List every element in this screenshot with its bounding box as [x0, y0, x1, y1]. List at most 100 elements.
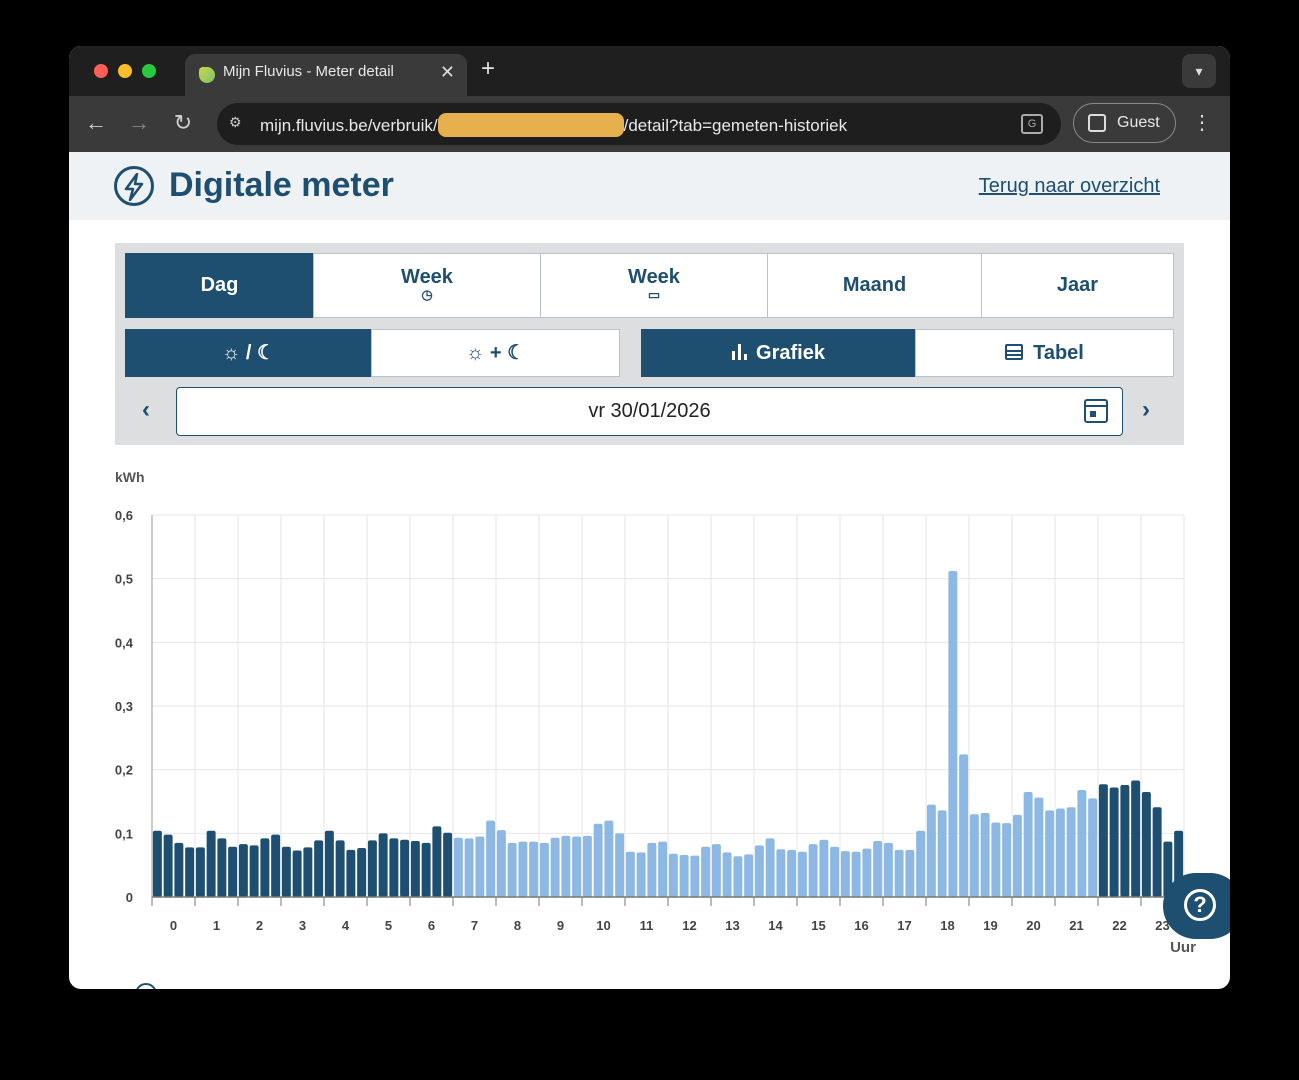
reload-icon[interactable]: ↻ — [168, 108, 198, 138]
bar[interactable] — [819, 839, 829, 897]
bar[interactable] — [873, 840, 883, 897]
bar[interactable] — [1088, 798, 1098, 897]
bar[interactable] — [496, 830, 506, 897]
bar[interactable] — [808, 844, 818, 897]
back-to-overview-link[interactable]: Terug naar overzicht — [979, 174, 1160, 198]
browser-tab[interactable]: Mijn Fluvius - Meter detail ✕ — [185, 54, 467, 96]
bar[interactable] — [582, 835, 592, 897]
next-date-chevron-icon[interactable]: › — [1142, 395, 1150, 425]
tab-week-calendar[interactable]: Week ▭ — [540, 253, 768, 318]
bar[interactable] — [830, 846, 840, 897]
bar[interactable] — [744, 854, 754, 897]
bar[interactable] — [464, 838, 474, 897]
bar[interactable] — [228, 846, 238, 897]
bar[interactable] — [604, 820, 614, 897]
bar[interactable] — [529, 841, 539, 897]
bar[interactable] — [926, 804, 936, 897]
tab-dag[interactable]: Dag — [125, 253, 314, 318]
browser-menu-icon[interactable]: ⋮ — [1192, 110, 1212, 136]
bar[interactable] — [593, 823, 603, 897]
bar[interactable] — [894, 849, 904, 897]
bar[interactable] — [690, 855, 700, 897]
bar[interactable] — [453, 837, 463, 897]
bar[interactable] — [1141, 791, 1151, 897]
tariff-split-toggle[interactable]: ☼ / ☾ — [125, 329, 372, 377]
bar[interactable] — [475, 836, 485, 897]
bar[interactable] — [1034, 797, 1044, 897]
bar[interactable] — [1109, 787, 1119, 897]
guest-profile-button[interactable]: Guest — [1073, 103, 1176, 143]
bar[interactable] — [1055, 808, 1065, 897]
bar[interactable] — [410, 840, 420, 897]
bar[interactable] — [163, 834, 173, 897]
bar[interactable] — [432, 826, 442, 897]
bar[interactable] — [1066, 807, 1076, 897]
maximize-window-button[interactable] — [142, 64, 156, 78]
bar[interactable] — [539, 842, 549, 897]
bar[interactable] — [905, 849, 915, 897]
bar[interactable] — [260, 838, 270, 897]
bar[interactable] — [1120, 784, 1130, 897]
forward-arrow-icon[interactable]: → — [124, 108, 154, 138]
tab-search-chevron-icon[interactable]: ▾ — [1182, 54, 1216, 88]
bar[interactable] — [152, 830, 162, 897]
bar[interactable] — [701, 846, 711, 897]
bar[interactable] — [765, 838, 775, 897]
bar[interactable] — [883, 842, 893, 897]
bar[interactable] — [862, 848, 872, 897]
bar[interactable] — [797, 851, 807, 897]
previous-date-chevron-icon[interactable]: ‹ — [142, 395, 150, 425]
address-bar[interactable]: ⚙ mijn.fluvius.be/verbruik//detail?tab=g… — [217, 103, 1061, 145]
bar[interactable] — [776, 849, 786, 897]
tab-maand[interactable]: Maand — [767, 253, 982, 318]
bar[interactable] — [217, 838, 227, 897]
bar[interactable] — [324, 830, 334, 897]
date-picker-input[interactable]: vr 30/01/2026 — [176, 387, 1123, 436]
bar[interactable] — [668, 853, 678, 897]
bar[interactable] — [851, 851, 861, 897]
back-arrow-icon[interactable]: ← — [81, 108, 111, 138]
bar[interactable] — [615, 833, 625, 897]
bar[interactable] — [991, 822, 1001, 897]
bar[interactable] — [948, 571, 958, 897]
bar[interactable] — [421, 842, 431, 897]
bar[interactable] — [1077, 790, 1087, 897]
bar[interactable] — [486, 820, 496, 897]
bar[interactable] — [625, 851, 635, 897]
bar[interactable] — [1131, 780, 1141, 897]
bar[interactable] — [195, 847, 205, 897]
bar[interactable] — [711, 844, 721, 897]
bar[interactable] — [550, 837, 560, 897]
tab-week-rolling[interactable]: Week ◷ — [313, 253, 541, 318]
bar[interactable] — [174, 842, 184, 897]
bar[interactable] — [378, 833, 388, 897]
bar[interactable] — [238, 844, 248, 897]
bar[interactable] — [1045, 810, 1055, 897]
bar[interactable] — [959, 754, 969, 897]
bar[interactable] — [314, 840, 324, 897]
bar[interactable] — [1152, 807, 1162, 897]
site-settings-icon[interactable]: ⚙ — [229, 114, 242, 131]
bar[interactable] — [1002, 823, 1012, 897]
bar[interactable] — [572, 836, 582, 897]
bar[interactable] — [357, 847, 367, 897]
bar[interactable] — [980, 812, 990, 897]
bar[interactable] — [658, 841, 668, 897]
bar[interactable] — [335, 840, 345, 897]
bar[interactable] — [271, 834, 281, 897]
bar[interactable] — [916, 830, 926, 897]
new-tab-button[interactable]: + — [481, 56, 495, 82]
bar[interactable] — [443, 832, 453, 897]
help-button[interactable]: ? — [1163, 873, 1230, 939]
view-grafiek-toggle[interactable]: Grafiek — [641, 329, 916, 377]
calendar-icon[interactable] — [1084, 399, 1108, 423]
minimize-window-button[interactable] — [118, 64, 132, 78]
bar[interactable] — [400, 839, 410, 897]
bar[interactable] — [518, 841, 528, 897]
bar[interactable] — [281, 846, 291, 897]
tariff-sum-toggle[interactable]: ☼ + ☾ — [371, 329, 620, 377]
bar[interactable] — [722, 852, 732, 897]
view-tabel-toggle[interactable]: Tabel — [915, 329, 1174, 377]
tab-jaar[interactable]: Jaar — [981, 253, 1174, 318]
bar[interactable] — [636, 852, 646, 897]
